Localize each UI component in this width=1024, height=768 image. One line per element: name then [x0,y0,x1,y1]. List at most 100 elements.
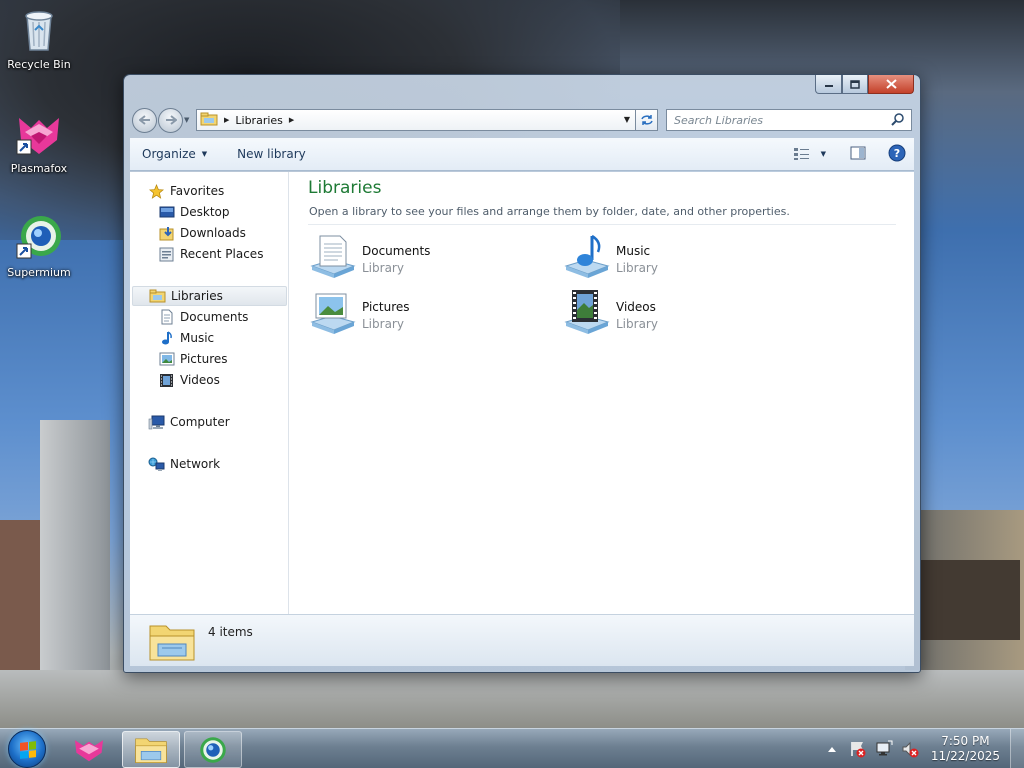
nav-item-label: Libraries [171,289,223,303]
help-icon: ? [888,144,906,161]
forward-button[interactable] [158,107,183,133]
organize-label: Organize [142,147,196,161]
clock-date: 11/22/2025 [930,749,1000,763]
new-library-button[interactable]: New library [237,147,306,161]
recent-pages-dropdown[interactable]: ▼ [184,116,192,124]
nav-item-recent-places[interactable]: Recent Places [158,244,263,264]
music-library-icon [562,232,612,282]
document-icon [158,309,175,325]
picture-icon [158,351,175,367]
new-library-label: New library [237,147,306,161]
show-hidden-icons-button[interactable] [823,740,841,758]
navigation-bar: ▼ ▶ Libraries ▶ ▼ Search Libraries [132,106,912,134]
preview-pane-button[interactable] [850,146,866,163]
library-tile-documents[interactable]: Documents Library [308,232,538,284]
computer-icon [148,414,165,430]
search-input[interactable]: Search Libraries [666,109,912,131]
nav-item-libraries[interactable]: Libraries [132,286,287,306]
chevron-up-icon [827,747,836,752]
explorer-folder-icon [135,737,167,763]
system-tray: 7:50 PM 11/22/2025 [823,729,1024,768]
nav-item-music[interactable]: Music [158,328,214,348]
desktop-icon-plasmafox[interactable]: Plasmafox [1,110,77,175]
taskbar: 7:50 PM 11/22/2025 [0,728,1024,768]
explorer-window: ▼ ▶ Libraries ▶ ▼ Search Libraries Organ… [123,74,921,673]
desktop-icon-recycle-bin[interactable]: Recycle Bin [1,6,77,71]
nav-item-documents[interactable]: Documents [158,307,248,327]
desktop-icon-label: Supermium [7,266,71,279]
breadcrumb-separator-icon[interactable]: ▶ [224,116,229,124]
taskbar-clock[interactable]: 7:50 PM 11/22/2025 [931,734,1000,764]
maximize-icon [850,79,860,89]
navigation-pane: Favorites Desktop Downloads Recent Place… [130,172,289,614]
library-tile-pictures[interactable]: Pictures Library [308,288,538,340]
supermium-icon [15,214,63,262]
nav-item-pictures[interactable]: Pictures [158,349,228,369]
nav-item-label: Recent Places [180,247,264,261]
chevron-down-icon[interactable]: ▼ [821,150,826,158]
refresh-button[interactable] [636,109,658,131]
nav-item-network[interactable]: Network [148,454,220,474]
back-button[interactable] [132,107,157,133]
show-desktop-button[interactable] [1010,729,1024,768]
nav-item-label: Documents [180,310,249,324]
nav-item-downloads[interactable]: Downloads [158,223,246,243]
address-bar[interactable]: ▶ Libraries ▶ ▼ [196,109,636,131]
desktop-icon-label: Plasmafox [10,162,68,175]
library-name: Pictures [362,300,410,314]
close-icon [885,79,897,89]
desktop-icon-supermium[interactable]: Supermium [1,214,77,279]
music-note-icon [158,330,175,346]
library-name: Music [616,244,651,258]
help-button[interactable]: ? [888,144,906,165]
nav-item-label: Favorites [170,184,225,198]
nav-item-label: Computer [170,415,230,429]
back-arrow-icon [138,115,150,125]
plasmafox-icon [15,110,63,158]
nav-item-videos[interactable]: Videos [158,370,220,390]
supermium-icon [200,736,226,763]
search-icon[interactable] [891,113,905,130]
view-controls: ▼ ? [779,144,906,165]
pictures-library-icon [308,288,358,338]
library-kind: Library [362,317,404,331]
taskbar-plasmafox[interactable] [60,731,118,768]
wallpaper-ground [0,670,1024,728]
downloads-icon [158,225,175,241]
library-kind: Library [616,317,658,331]
page-title: Libraries [308,178,382,198]
nav-item-label: Network [170,457,221,471]
volume-muted-icon[interactable] [901,740,919,758]
address-history-dropdown[interactable]: ▼ [624,115,630,124]
close-button[interactable] [868,75,914,94]
svg-text:?: ? [894,147,900,160]
start-button[interactable] [8,730,46,768]
details-pane: 4 items [130,614,914,666]
nav-item-favorites[interactable]: Favorites [148,181,224,201]
organize-button[interactable]: Organize ▼ [142,147,207,161]
desktop-icon [158,204,175,220]
libraries-large-icon [148,618,196,667]
library-tile-videos[interactable]: Videos Library [562,288,792,340]
library-tile-music[interactable]: Music Library [562,232,792,284]
change-view-button[interactable]: ▼ [793,147,826,161]
star-icon [148,183,165,199]
minimize-button[interactable] [815,75,842,94]
breadcrumb-separator-icon[interactable]: ▶ [289,116,294,124]
search-placeholder: Search Libraries [674,113,764,127]
network-status-icon[interactable] [875,740,893,758]
item-count: 4 items [208,625,253,639]
breadcrumb-libraries[interactable]: Libraries [235,114,283,127]
documents-library-icon [308,232,358,282]
action-center-icon[interactable] [849,740,867,758]
taskbar-supermium[interactable] [184,731,242,768]
nav-item-label: Downloads [180,226,246,240]
nav-item-desktop[interactable]: Desktop [158,202,230,222]
nav-item-label: Desktop [180,205,230,219]
nav-item-computer[interactable]: Computer [148,412,230,432]
preview-pane-icon [850,146,866,159]
taskbar-explorer[interactable] [122,731,180,768]
wallpaper-building [920,560,1020,640]
maximize-button[interactable] [842,75,868,94]
network-icon [148,456,165,472]
